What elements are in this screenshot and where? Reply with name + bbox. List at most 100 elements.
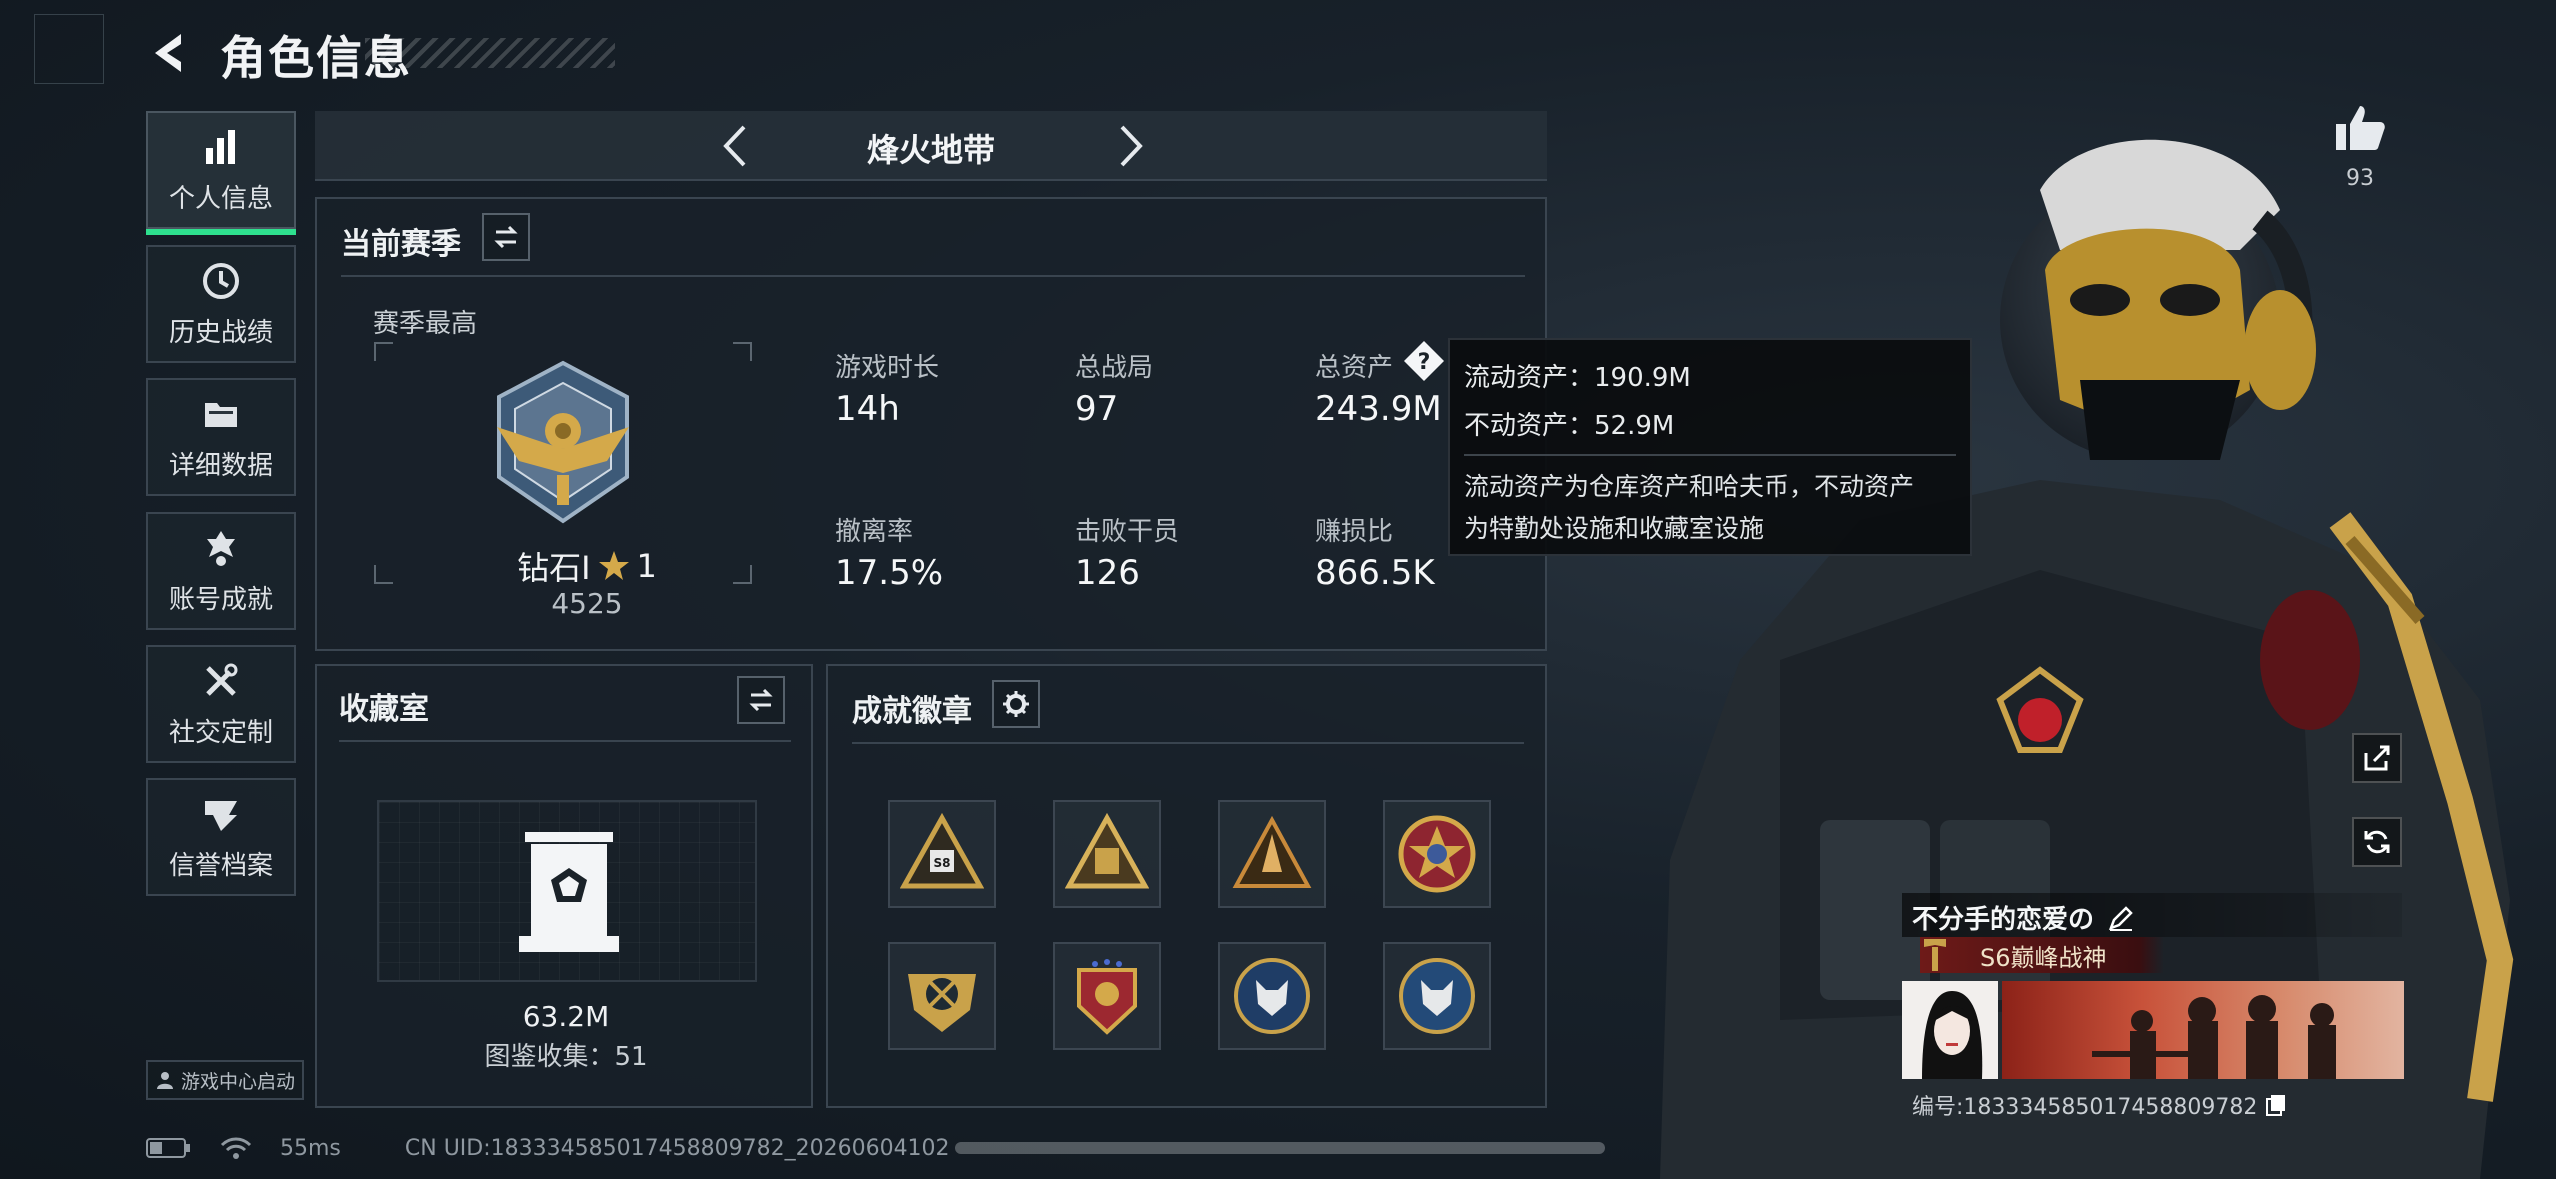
soldiers-banner-icon	[2092, 995, 2336, 1079]
title-decoration	[365, 38, 615, 68]
nav-label: 个人信息	[168, 183, 273, 214]
battery-icon	[146, 1138, 190, 1158]
bar-chart-icon	[206, 129, 235, 164]
rank-stars: 1	[636, 547, 657, 585]
status-bar: 55ms CN UID:18333458501745880978​2_20260…	[146, 1128, 950, 1168]
wifi-icon	[220, 1137, 252, 1159]
stat-value: 17.5%	[835, 553, 944, 593]
help-icon[interactable]: ?	[1402, 339, 1446, 387]
refresh-icon	[2364, 830, 2390, 854]
tooltip-desc-line2: 为特勤处设施和收藏室设施	[1464, 514, 1765, 543]
mode-title: 烽火地带	[866, 131, 995, 169]
achievement-badge[interactable]	[1053, 942, 1161, 1050]
divider	[339, 740, 791, 742]
star-medal-icon	[1398, 815, 1476, 893]
nav-label: 详细数据	[168, 450, 273, 481]
rank-title: S6巅峰战神	[1980, 943, 2107, 972]
stat-label: 赚损比	[1315, 517, 1394, 547]
stat-label: 击败干员	[1075, 517, 1180, 547]
badges-settings-button[interactable]	[992, 680, 1040, 728]
folder-icon	[205, 402, 237, 427]
nav-item-social[interactable]: 社交定制	[146, 645, 296, 763]
player-id: 编号:18333458501745880978​2	[1912, 1095, 2258, 1120]
hud-corner-frame	[34, 14, 104, 84]
copy-icon[interactable]	[2265, 1093, 2287, 1117]
achievement-badge[interactable]	[1053, 800, 1161, 908]
rank-row: 钻石Ⅰ 1	[437, 543, 737, 589]
rank-title-banner: S6巅峰战神	[1920, 937, 2164, 973]
home-indicator[interactable]	[955, 1142, 1605, 1154]
medal-icon	[207, 530, 235, 566]
collection-value: 63.2M	[522, 1000, 610, 1033]
rocket-badge-icon	[1232, 815, 1312, 888]
tools-icon	[206, 663, 238, 696]
nav-label: 信誉档案	[168, 850, 273, 881]
nav-item-credit[interactable]: 信誉档案	[146, 778, 296, 896]
like-count: 93	[2346, 166, 2374, 191]
achievement-badge[interactable]	[1218, 800, 1326, 908]
divider	[341, 275, 1525, 277]
player-banner-image	[2002, 981, 2404, 1079]
achievement-badges-panel: 成就徽章 S8	[826, 664, 1547, 1108]
crest-badge-icon	[1077, 959, 1137, 1035]
nav-item-achievements[interactable]: 账号成就	[146, 512, 296, 630]
tooltip-divider	[1464, 454, 1956, 456]
swap-icon	[749, 688, 773, 712]
shield-icon	[205, 800, 237, 831]
player-name: 不分手的恋爱の	[1912, 905, 2095, 935]
edit-pencil-icon[interactable]	[2106, 903, 2136, 933]
collection-catalog: 图鉴收集：51	[484, 1042, 648, 1072]
wolf-medal-icon	[1234, 958, 1310, 1034]
display-case-icon	[519, 832, 619, 952]
player-card: 不分手的恋爱の S6巅峰战神 编号:18	[1902, 893, 2404, 1123]
rotate-button[interactable]	[2352, 817, 2402, 867]
share-button[interactable]	[2352, 733, 2402, 783]
nav-item-detailed-data[interactable]: 详细数据	[146, 378, 296, 496]
like-area: 93	[2320, 100, 2400, 191]
svg-text:S8: S8	[934, 856, 951, 870]
season-best-label: 赛季最高	[373, 309, 478, 339]
stat-label: 总资产	[1315, 353, 1394, 383]
collection-switch-button[interactable]	[737, 676, 785, 724]
achievement-badge[interactable]: S8	[888, 800, 996, 908]
nav-label: 历史战绩	[168, 317, 273, 348]
back-arrow-icon[interactable]	[145, 28, 195, 78]
stat-value: 126	[1075, 553, 1140, 593]
stat-value: 97	[1075, 389, 1119, 429]
player-name-row: 不分手的恋爱の	[1912, 899, 2136, 936]
diamond-rank-emblem-icon	[497, 360, 629, 524]
stat-value: 866.5K	[1315, 553, 1435, 593]
wing-shield-icon	[908, 974, 976, 1032]
user-icon	[156, 1072, 173, 1089]
nav-item-history[interactable]: 历史战绩	[146, 245, 296, 363]
uid-text: CN UID:18333458501745880978​2_2026060410…	[404, 1135, 950, 1161]
achievement-badge[interactable]	[888, 942, 996, 1050]
collection-display-area[interactable]	[377, 800, 757, 982]
divider	[852, 742, 1524, 744]
next-mode-chevron-icon[interactable]	[1102, 119, 1156, 173]
clock-icon	[203, 262, 239, 299]
player-avatar[interactable]	[1902, 981, 1998, 1079]
stat-value: 14h	[835, 389, 900, 429]
current-season-panel: 当前赛季 赛季最高 钻石Ⅰ 1 4525 游戏时长 14h 总战局 97 总资产	[315, 197, 1547, 651]
thumbs-up-icon[interactable]	[2332, 100, 2388, 156]
season-title: 当前赛季	[341, 227, 461, 262]
achievement-badge[interactable]	[1218, 942, 1326, 1050]
tooltip-desc-line1: 流动资产为仓库资产和哈夫币，不动资产	[1464, 472, 1915, 501]
nav-item-personal-info[interactable]: 个人信息	[146, 111, 296, 235]
avatar-image	[1902, 981, 1998, 1079]
collection-room-panel: 收藏室 63.2M 图鉴收集：51	[315, 664, 813, 1108]
game-center-launch-button[interactable]: 游戏中心启动	[146, 1060, 304, 1100]
nav-label: 社交定制	[168, 717, 273, 748]
achievement-badge[interactable]	[1383, 942, 1491, 1050]
achievement-badge[interactable]	[1383, 800, 1491, 908]
nav-label: 账号成就	[168, 584, 273, 615]
badges-title: 成就徽章	[852, 694, 972, 729]
share-icon	[2364, 745, 2390, 771]
stat-label: 游戏时长	[835, 353, 940, 383]
rank-name: 钻石Ⅰ	[517, 549, 591, 587]
stat-label: 总战局	[1075, 353, 1154, 383]
season-switch-button[interactable]	[482, 213, 530, 261]
rank-score: 4525	[551, 587, 623, 620]
gold-star-icon	[598, 551, 629, 580]
